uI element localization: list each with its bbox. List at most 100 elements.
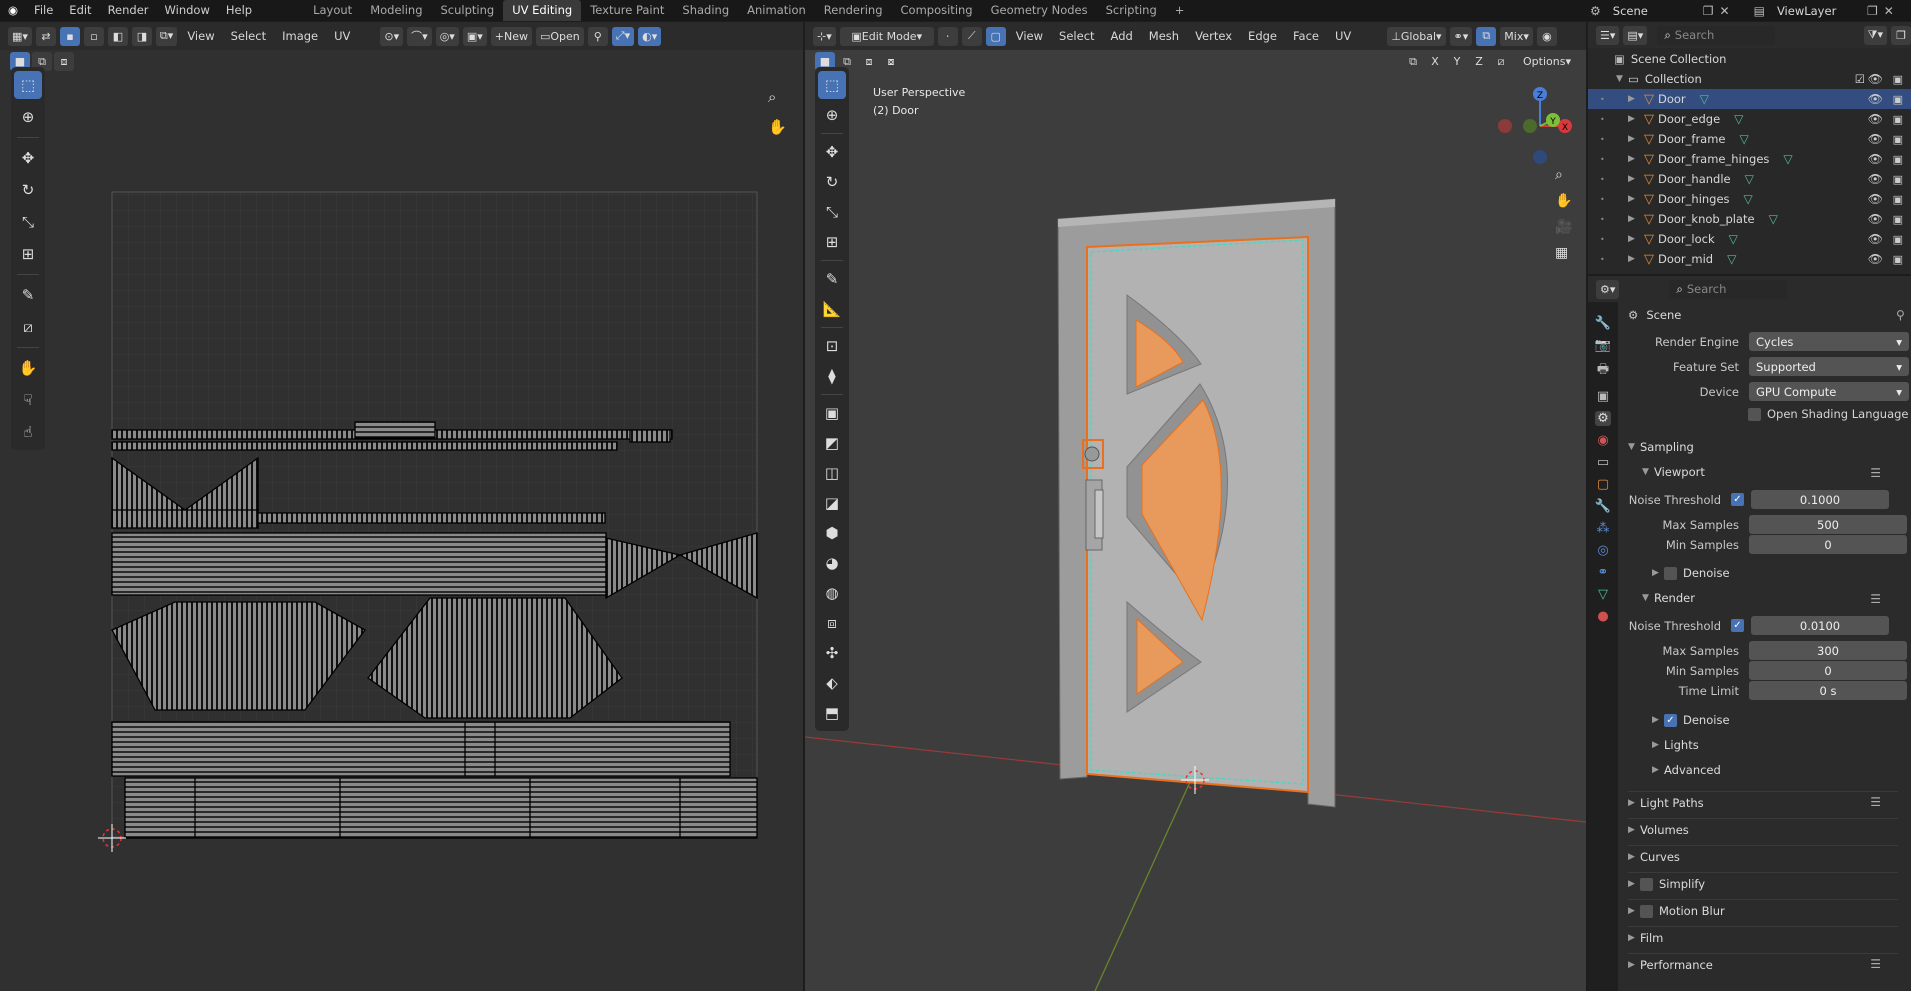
- render-visibility-icon[interactable]: ▣: [1893, 93, 1903, 106]
- render-visibility-icon[interactable]: ▣: [1893, 133, 1903, 146]
- delete-scene-icon[interactable]: ✕: [1720, 4, 1730, 18]
- render-visibility-icon[interactable]: ▣: [1893, 233, 1903, 246]
- ortho-grid-icon[interactable]: ▦: [1555, 245, 1572, 261]
- mesh-data-icon[interactable]: ▽: [1783, 152, 1792, 166]
- outliner-item-door-mid[interactable]: ▶ ▽ Door_mid ▽ 👁 ▣: [1588, 249, 1911, 269]
- new-collection-icon[interactable]: ❐: [1891, 25, 1911, 45]
- outliner-item-door-lock[interactable]: ▶ ▽ Door_lock ▽ 👁 ▣: [1588, 229, 1911, 249]
- expand-icon[interactable]: ▶: [1628, 154, 1640, 164]
- pivot-icon[interactable]: ⊙▾: [380, 26, 404, 46]
- snap-icon[interactable]: ⌒▾: [407, 26, 432, 46]
- render-visibility-icon[interactable]: ▣: [1893, 253, 1903, 266]
- modifier-tab-icon[interactable]: 🔧: [1595, 499, 1611, 514]
- expand-icon[interactable]: ▶: [1628, 194, 1640, 204]
- collection-tab-icon[interactable]: ▭: [1597, 455, 1609, 470]
- render-tab-icon[interactable]: 📷: [1595, 338, 1611, 353]
- new-scene-icon[interactable]: ❐: [1703, 4, 1714, 18]
- face-select-icon[interactable]: ◧: [107, 26, 128, 46]
- data-tab-icon[interactable]: ▽: [1598, 587, 1608, 602]
- panel-presets-icon[interactable]: ☰: [1870, 957, 1881, 971]
- navigation-gizmo[interactable]: Z X Y: [1498, 87, 1572, 164]
- lights-subpanel-header[interactable]: ▶ Lights: [1652, 738, 1699, 752]
- menu-window[interactable]: Window: [157, 0, 218, 21]
- collection-row[interactable]: ▼ ▭ Collection ☑ 👁 ▣: [1588, 69, 1911, 89]
- pin-properties-icon[interactable]: ⚲: [1896, 308, 1905, 322]
- properties-editor-type-icon[interactable]: ⚙▾: [1596, 279, 1620, 299]
- expand-icon[interactable]: ▶: [1628, 214, 1640, 224]
- door-panel[interactable]: [1086, 235, 1309, 794]
- filter-icon[interactable]: ⧩▾: [1863, 25, 1887, 45]
- tab-sculpting[interactable]: Sculpting: [432, 0, 504, 21]
- viewport-presets-icon[interactable]: ☰: [1870, 466, 1881, 480]
- uv-menu-image[interactable]: Image: [276, 29, 324, 43]
- outliner-item-door-knob-plate[interactable]: ▶ ▽ Door_knob_plate ▽ 👁 ▣: [1588, 209, 1911, 229]
- tab-layout[interactable]: Layout: [304, 0, 361, 21]
- edge-select-icon[interactable]: ▫: [83, 26, 104, 46]
- visibility-icon[interactable]: 👁: [1868, 112, 1883, 126]
- tab-rendering[interactable]: Rendering: [815, 0, 892, 21]
- blender-logo-icon[interactable]: ◉: [0, 0, 26, 21]
- render-denoise-checkbox[interactable]: ✓: [1664, 713, 1677, 727]
- gizmo-toggle-icon[interactable]: ⤢▾: [611, 26, 635, 46]
- tool-tab-icon[interactable]: 🔧: [1595, 316, 1611, 331]
- output-tab-icon[interactable]: 🖶: [1597, 360, 1609, 382]
- tab-animation[interactable]: Animation: [738, 0, 815, 21]
- render-visibility-icon[interactable]: ▣: [1893, 213, 1903, 226]
- viewport-denoise-checkbox[interactable]: [1664, 566, 1677, 580]
- expand-icon[interactable]: ▶: [1628, 234, 1640, 244]
- constraints-tab-icon[interactable]: ⚭: [1598, 565, 1609, 580]
- delete-viewlayer-icon[interactable]: ✕: [1884, 4, 1894, 18]
- outliner-item-door-frame[interactable]: ▶ ▽ Door_frame ▽ 👁 ▣: [1588, 129, 1911, 149]
- expand-icon[interactable]: ▶: [1628, 114, 1640, 124]
- render-noise-checkbox[interactable]: ✓: [1731, 619, 1744, 632]
- render-denoise-header[interactable]: ▶ ✓ Denoise: [1652, 713, 1730, 727]
- panel-film[interactable]: ▶ Film: [1628, 926, 1898, 945]
- viewport-min-samples-field[interactable]: 0: [1749, 535, 1907, 554]
- panel-performance[interactable]: ▶ Performance: [1628, 953, 1898, 972]
- zoom-icon[interactable]: ⌕: [1555, 167, 1572, 183]
- visibility-icon[interactable]: 👁: [1868, 92, 1883, 106]
- outliner-item-door-edge[interactable]: ▶ ▽ Door_edge ▽ 👁 ▣: [1588, 109, 1911, 129]
- mesh-data-icon[interactable]: ▽: [1700, 92, 1709, 106]
- outliner-item-door-handle[interactable]: ▶ ▽ Door_handle ▽ 👁 ▣: [1588, 169, 1911, 189]
- physics-tab-icon[interactable]: ◎: [1597, 543, 1608, 558]
- display-mode-icon[interactable]: ▤▾: [1623, 25, 1648, 45]
- new-image-button[interactable]: + New: [490, 26, 532, 46]
- render-min-samples-field[interactable]: 0: [1749, 661, 1907, 680]
- tab-compositing[interactable]: Compositing: [892, 0, 982, 21]
- viewport-noise-field[interactable]: 0.1000: [1751, 490, 1889, 509]
- visibility-icon[interactable]: 👁: [1868, 252, 1883, 266]
- panel-simplify[interactable]: ▶ Simplify: [1628, 872, 1898, 891]
- outliner-editor-type-icon[interactable]: ☰▾: [1596, 25, 1620, 45]
- expand-icon[interactable]: ▶: [1628, 134, 1640, 144]
- panel-light-paths[interactable]: ▶ Light Paths: [1628, 791, 1898, 810]
- render-engine-dropdown[interactable]: Cycles ▾: [1749, 332, 1909, 351]
- panel-motion-blur[interactable]: ▶ Motion Blur: [1628, 899, 1898, 918]
- view-layer-tab-icon[interactable]: ▣: [1597, 389, 1609, 404]
- mesh-data-icon[interactable]: ▽: [1740, 132, 1749, 146]
- uv-menu-uv[interactable]: UV: [328, 29, 356, 43]
- panel-curves[interactable]: ▶ Curves: [1628, 845, 1898, 864]
- tab-texture-paint[interactable]: Texture Paint: [581, 0, 673, 21]
- mesh-data-icon[interactable]: ▽: [1744, 192, 1753, 206]
- panel-checkbox[interactable]: [1640, 904, 1653, 918]
- render-subpanel-header[interactable]: ▼ Render: [1642, 591, 1695, 605]
- expand-icon[interactable]: ▶: [1628, 174, 1640, 184]
- render-visibility-icon[interactable]: ▣: [1893, 193, 1903, 206]
- render-max-samples-field[interactable]: 300: [1749, 641, 1907, 660]
- panel-checkbox[interactable]: [1640, 877, 1653, 891]
- collection-visibility-icon[interactable]: 👁: [1868, 72, 1883, 86]
- visibility-icon[interactable]: 👁: [1868, 232, 1883, 246]
- viewport-subpanel-header[interactable]: ▼ Viewport: [1642, 465, 1705, 479]
- visibility-icon[interactable]: 👁: [1868, 132, 1883, 146]
- visibility-icon[interactable]: 👁: [1868, 192, 1883, 206]
- mesh-data-icon[interactable]: ▽: [1734, 112, 1743, 126]
- visibility-icon[interactable]: 👁: [1868, 172, 1883, 186]
- world-tab-icon[interactable]: ◉: [1597, 433, 1608, 448]
- sticky-select-icon[interactable]: ⧉▾: [155, 26, 178, 46]
- menu-help[interactable]: Help: [218, 0, 260, 21]
- new-viewlayer-icon[interactable]: ❐: [1867, 4, 1878, 18]
- proportional-edit-icon[interactable]: ◎▾: [435, 26, 459, 46]
- panel-presets-icon[interactable]: ☰: [1870, 795, 1881, 809]
- editor-type-icon[interactable]: ▦▾: [8, 26, 32, 46]
